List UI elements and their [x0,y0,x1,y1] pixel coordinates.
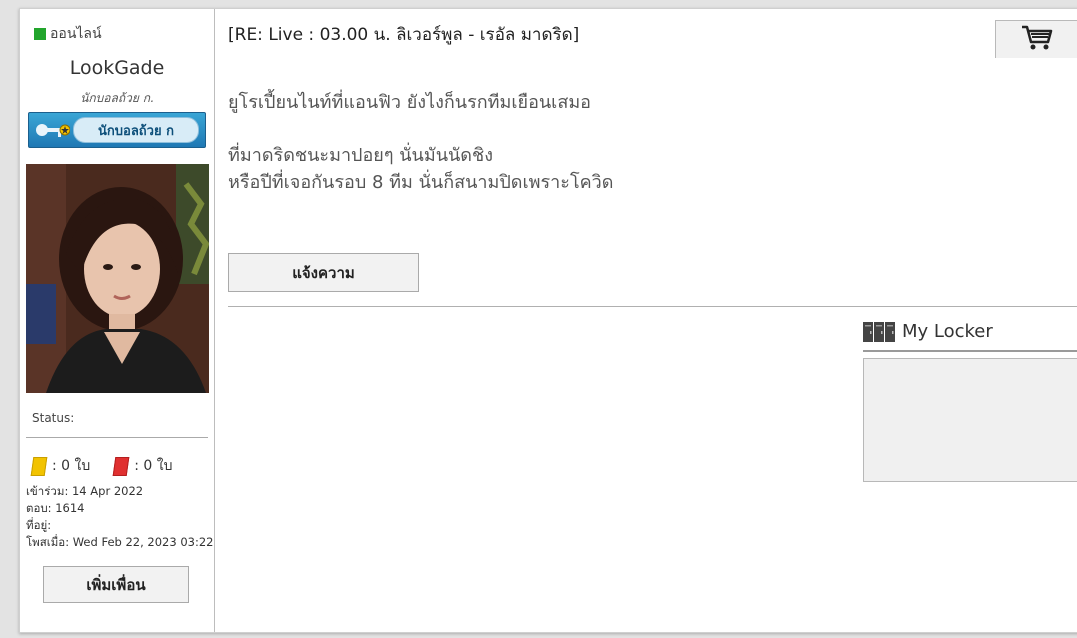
locker-divider [863,350,1077,352]
rank-badge: นักบอลถ้วย ก [28,112,206,148]
join-date: เข้าร่วม: 14 Apr 2022 [26,484,144,498]
post-text-line: ยูโรเปี้ยนไนท์ที่แอนฟิว ยังไงก็นรกทีมเยื… [228,92,591,113]
cart-button[interactable] [995,20,1077,58]
rank-badge-label: นักบอลถ้วย ก [73,117,199,143]
post-text-line: หรือปีที่เจอกันรอบ 8 ทีม นั่นก็สนามปิดเพ… [228,172,614,193]
red-card-icon [112,456,130,476]
red-card-count: : 0 ใบ [134,458,173,474]
locker-icon [863,321,896,342]
add-friend-button[interactable]: เพิ่มเพื่อน [43,566,189,603]
yellow-card-count: : 0 ใบ [52,458,91,474]
post-title: [RE: Live : 03.00 น. ลิเวอร์พูล - เรอัล … [228,25,580,45]
cart-icon [1020,24,1054,56]
post-card: ออนไลน์ LookGade นักบอลถ้วย ก. นักบอลถ้ว… [19,8,1077,633]
yellow-card-icon [30,456,48,476]
location: ที่อยู่: [26,518,52,532]
online-status: ออนไลน์ [34,23,102,45]
locker-header: My Locker [863,321,993,342]
status-label: Status: [32,411,75,425]
locker-title: My Locker [902,321,993,342]
reply-count: ตอบ: 1614 [26,501,85,515]
key-icon [29,113,73,147]
post-divider [228,306,1077,307]
online-label: ออนไลน์ [50,26,102,42]
author-rank: นักบอลถ้วย ก. [80,91,154,105]
author-username[interactable]: LookGade [20,57,214,79]
post-text-line: ที่มาดริดชนะมาปอยๆ นั่นมันนัดชิง [228,145,493,166]
author-panel: ออนไลน์ LookGade นักบอลถ้วย ก. นักบอลถ้ว… [20,9,215,632]
online-status-icon [34,28,46,40]
locker-content [863,358,1077,482]
card-counts: : 0 ใบ : 0 ใบ [30,455,173,477]
post-date: โพสเมื่อ: Wed Feb 22, 2023 03:22 [26,535,214,549]
avatar[interactable] [26,164,209,393]
report-button[interactable]: แจ้งความ [228,253,419,292]
divider [26,437,208,438]
